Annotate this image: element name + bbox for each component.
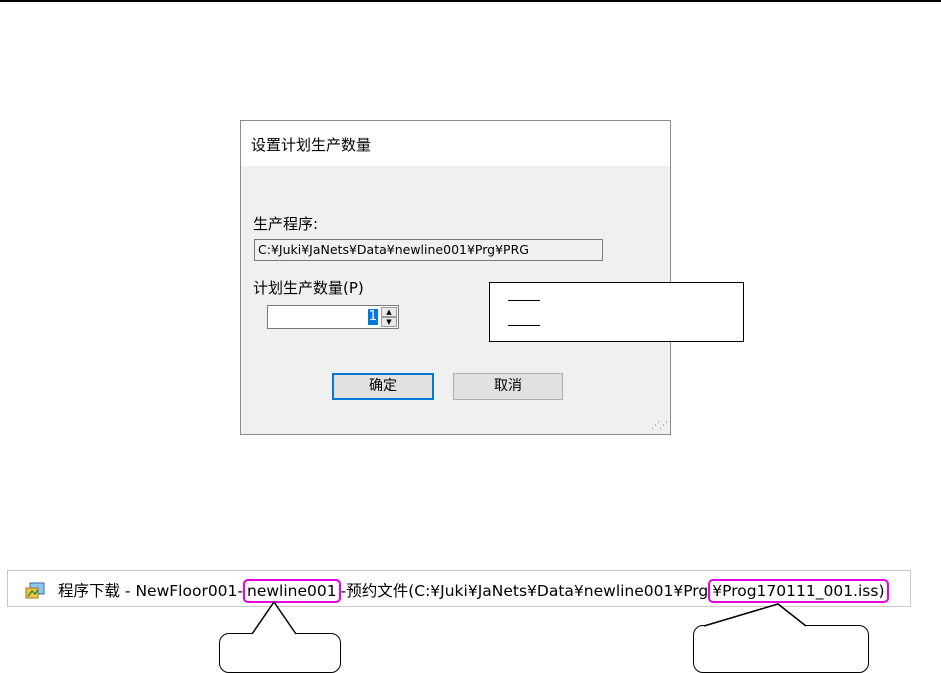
program-download-icon <box>25 582 45 599</box>
dialog-title: 设置计划生产数量 <box>251 136 372 154</box>
file-name-highlight: ¥Prog170111_001.iss) <box>708 579 889 603</box>
cancel-button[interactable]: 取消 <box>453 373 563 400</box>
spinner-down-icon[interactable]: ▼ <box>381 317 397 327</box>
line-name-callout-pointer <box>251 601 297 635</box>
resize-grip-icon[interactable]: ⋰⋰ <box>651 422 668 431</box>
quantity-value[interactable]: 1 <box>367 309 378 325</box>
ok-button[interactable]: 确定 <box>332 373 434 400</box>
file-name-callout-pointer <box>703 603 807 627</box>
program-label: 生产程序: <box>253 215 319 233</box>
callout-box <box>489 282 744 342</box>
callout-line-1 <box>508 300 540 301</box>
dialog-titlebar: 设置计划生产数量 <box>241 121 670 166</box>
file-name-callout-bubble <box>693 625 869 673</box>
top-rule <box>0 0 941 2</box>
line-name-highlight: newline001 <box>243 579 341 603</box>
window-title-middle: -预约文件(C:¥Juki¥JaNets¥Data¥newline001¥Prg <box>340 582 709 600</box>
line-name-callout-bubble <box>219 633 341 673</box>
planned-quantity-dialog: 设置计划生产数量 生产程序: C:¥Juki¥JaNets¥Data¥newli… <box>240 120 671 435</box>
window-title: 程序下载 - NewFloor001- newline001 -预约文件(C:¥Ju… <box>58 579 889 603</box>
program-path-field[interactable]: C:¥Juki¥JaNets¥Data¥newline001¥Prg¥PRG <box>254 239 603 261</box>
window-title-prefix: 程序下载 - NewFloor001- <box>58 582 243 600</box>
quantity-spinner[interactable]: ▲ ▼ <box>381 307 397 327</box>
quantity-label: 计划生产数量(P) <box>253 279 364 297</box>
quantity-stepper[interactable]: 1 ▲ ▼ <box>267 305 399 329</box>
callout-line-2 <box>508 325 540 326</box>
spinner-up-icon[interactable]: ▲ <box>381 307 397 317</box>
